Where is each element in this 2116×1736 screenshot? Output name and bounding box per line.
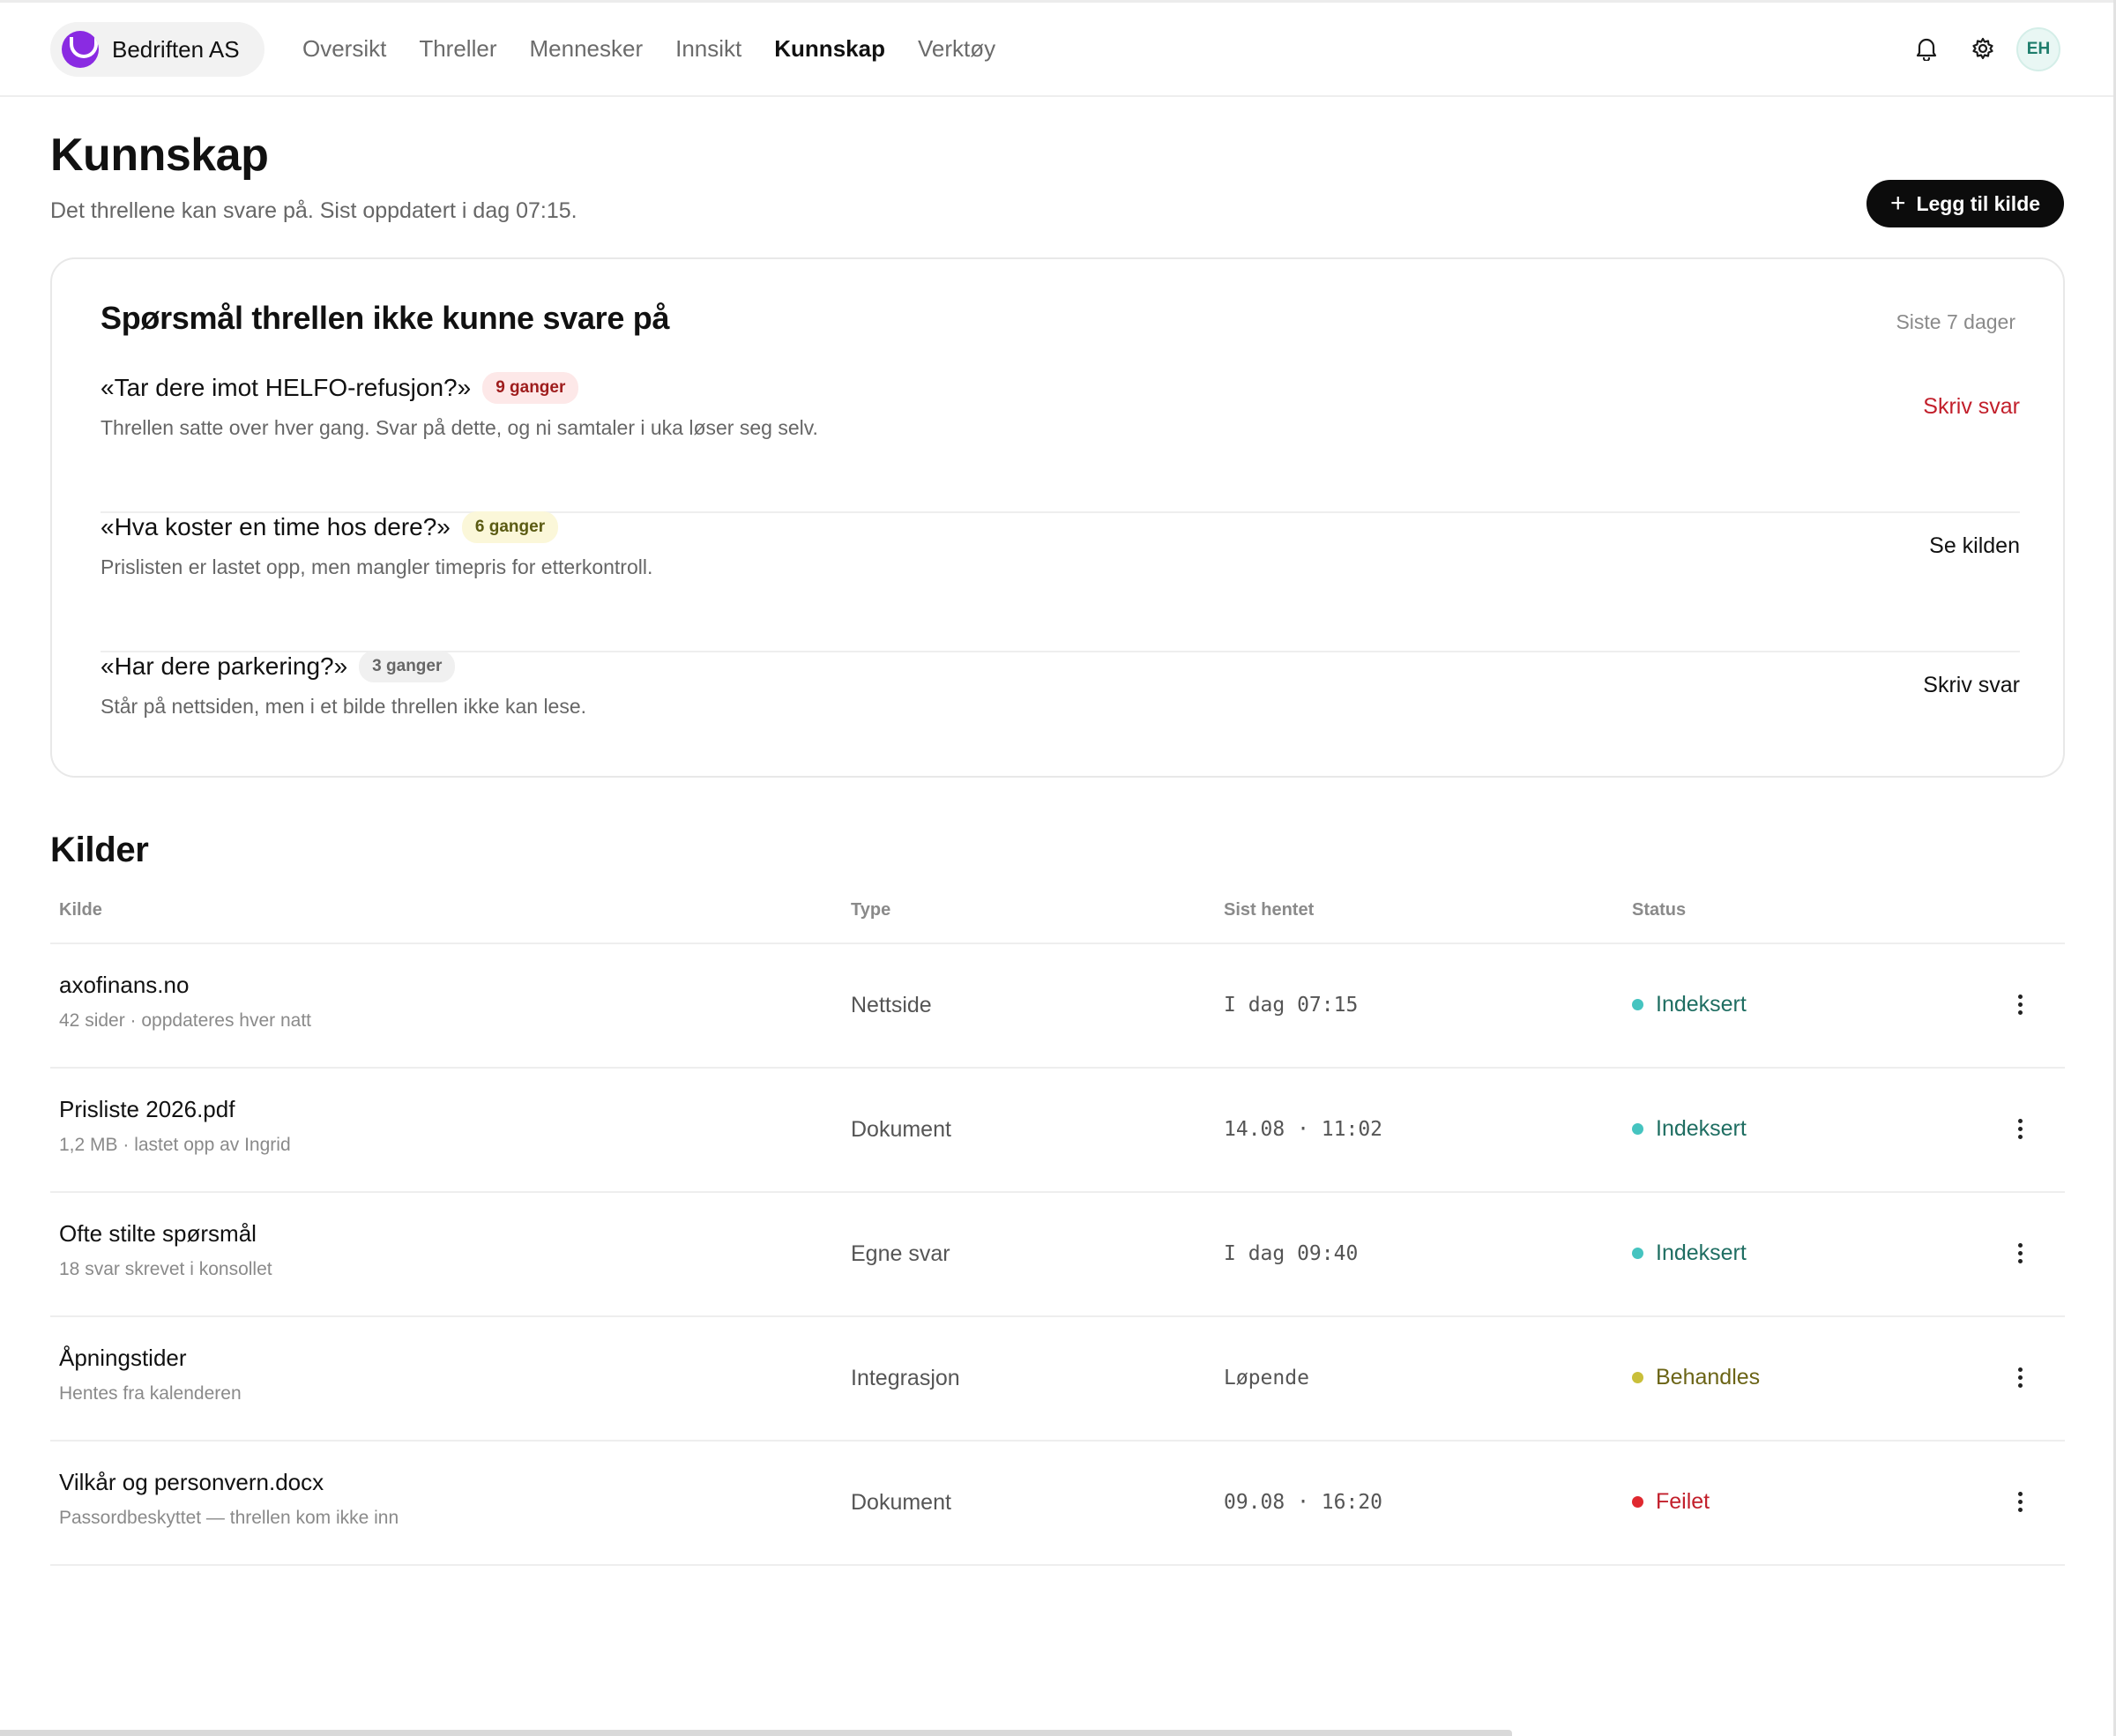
- source-type: Nettside: [851, 993, 932, 1017]
- question-item: «Tar dere imot HELFO-refusjon?» 9 ganger…: [101, 372, 2020, 513]
- question-text: «Har dere parkering?»: [101, 652, 348, 680]
- table-row[interactable]: Ofte stilte spørsmål 18 svar skrevet i k…: [50, 1193, 2065, 1317]
- unanswered-questions-card: Spørsmål threllen ikke kunne svare på Si…: [50, 257, 2065, 778]
- status-badge: Indeksert: [1632, 1116, 1747, 1142]
- question-description: Står på nettsiden, men i et bilde threll…: [101, 695, 587, 718]
- status-dot: [1632, 1496, 1643, 1508]
- workspace-switcher[interactable]: Bedriften AS: [50, 22, 264, 77]
- source-name: Åpningstider: [59, 1345, 187, 1371]
- main-nav: Oversikt Threller Mennesker Innsikt Kunn…: [302, 3, 1028, 95]
- brand-logo-icon: [62, 31, 99, 68]
- nav-item-oversikt[interactable]: Oversikt: [302, 35, 386, 63]
- page-subtitle: Det threllene kan svare på. Sist oppdate…: [50, 198, 577, 223]
- question-item: «Hva koster en time hos dere?» 6 ganger …: [101, 511, 2020, 652]
- table-header: Kilde Type Sist hentet Status: [50, 886, 2065, 944]
- table-row[interactable]: Prisliste 2026.pdf 1,2 MB · lastet opp a…: [50, 1069, 2065, 1193]
- more-options-icon[interactable]: [2009, 988, 2030, 1020]
- status-dot: [1632, 999, 1643, 1010]
- gear-icon[interactable]: [1967, 33, 1999, 64]
- status-badge: Feilet: [1632, 1489, 1710, 1515]
- table-row[interactable]: Vilkår og personvern.docx Passordbeskytt…: [50, 1442, 2065, 1566]
- source-name: Prisliste 2026.pdf: [59, 1096, 235, 1122]
- bell-icon[interactable]: [1911, 33, 1942, 64]
- source-meta: 42 sider · oppdateres hver natt: [59, 1010, 312, 1031]
- add-source-button[interactable]: + Legg til kilde: [1866, 180, 2064, 227]
- source-fetched: 14.08 · 11:02: [1224, 1118, 1383, 1141]
- source-type: Integrasjon: [851, 1366, 960, 1390]
- source-meta: Hentes fra kalenderen: [59, 1383, 242, 1404]
- count-badge: 9 ganger: [482, 372, 579, 404]
- column-header-status: Status: [1632, 900, 1687, 920]
- question-description: Prislisten er lastet opp, men mangler ti…: [101, 555, 653, 578]
- status-label: Indeksert: [1656, 1241, 1747, 1265]
- view-source-link[interactable]: Se kilden: [1929, 533, 2020, 559]
- status-dot: [1632, 1248, 1643, 1259]
- source-type: Dokument: [851, 1117, 951, 1142]
- page-title: Kunnskap: [50, 130, 269, 181]
- nav-item-mennesker[interactable]: Mennesker: [529, 35, 643, 63]
- more-options-icon[interactable]: [2009, 1486, 2030, 1517]
- nav-item-kunnskap[interactable]: Kunnskap: [774, 35, 885, 63]
- question-text: «Tar dere imot HELFO-refusjon?»: [101, 374, 472, 401]
- source-name: Vilkår og personvern.docx: [59, 1469, 324, 1495]
- question-text: «Hva koster en time hos dere?»: [101, 513, 451, 540]
- count-badge: 3 ganger: [359, 651, 456, 682]
- source-meta: 18 svar skrevet i konsollet: [59, 1259, 272, 1279]
- question-item: «Har dere parkering?» 3 ganger Står på n…: [101, 651, 2020, 790]
- source-meta: Passordbeskyttet — threllen kom ikke inn: [59, 1508, 399, 1528]
- status-badge: Indeksert: [1632, 1241, 1747, 1266]
- source-fetched: Løpende: [1224, 1367, 1309, 1390]
- write-answer-link[interactable]: Skriv svar: [1923, 673, 2020, 698]
- source-name: Ofte stilte spørsmål: [59, 1220, 257, 1247]
- column-header-source: Kilde: [59, 900, 102, 920]
- source-type: Dokument: [851, 1490, 951, 1515]
- add-source-label: Legg til kilde: [1916, 191, 2041, 215]
- source-fetched: 09.08 · 16:20: [1224, 1491, 1383, 1514]
- source-type: Egne svar: [851, 1241, 950, 1266]
- brand-name: Bedriften AS: [112, 35, 240, 63]
- status-badge: Behandles: [1632, 1365, 1760, 1390]
- period-label: Siste 7 dager: [1896, 310, 2015, 333]
- status-dot: [1632, 1123, 1643, 1135]
- source-fetched: I dag 07:15: [1224, 994, 1359, 1017]
- write-answer-link[interactable]: Skriv svar: [1923, 394, 2020, 420]
- status-label: Feilet: [1656, 1489, 1710, 1514]
- source-fetched: I dag 09:40: [1224, 1242, 1359, 1265]
- source-meta: 1,2 MB · lastet opp av Ingrid: [59, 1135, 291, 1155]
- plus-icon: +: [1889, 189, 1906, 218]
- status-label: Indeksert: [1656, 1116, 1747, 1141]
- user-avatar[interactable]: EH: [2016, 27, 2060, 71]
- status-dot: [1632, 1372, 1643, 1383]
- status-label: Indeksert: [1656, 992, 1747, 1017]
- table-row[interactable]: Åpningstider Hentes fra kalenderen Integ…: [50, 1317, 2065, 1442]
- horizontal-scrollbar[interactable]: [0, 1730, 1512, 1736]
- more-options-icon[interactable]: [2009, 1237, 2030, 1269]
- more-options-icon[interactable]: [2009, 1113, 2030, 1144]
- card-title: Spørsmål threllen ikke kunne svare på: [101, 300, 670, 336]
- sources-heading: Kilder: [50, 831, 149, 869]
- status-badge: Indeksert: [1632, 992, 1747, 1017]
- column-header-type: Type: [851, 900, 891, 920]
- app-header: Bedriften AS Oversikt Threller Mennesker…: [0, 3, 2113, 97]
- status-label: Behandles: [1656, 1365, 1761, 1390]
- nav-item-innsikt[interactable]: Innsikt: [675, 35, 741, 63]
- table-row[interactable]: axofinans.no 42 sider · oppdateres hver …: [50, 944, 2065, 1069]
- sources-table: Kilde Type Sist hentet Status axofinans.…: [50, 886, 2065, 1566]
- count-badge: 6 ganger: [461, 511, 559, 543]
- question-description: Threllen satte over hver gang. Svar på d…: [101, 416, 818, 439]
- nav-item-verktoy[interactable]: Verktøy: [918, 35, 995, 63]
- nav-item-threller[interactable]: Threller: [419, 35, 496, 63]
- source-name: axofinans.no: [59, 972, 190, 998]
- column-header-fetched: Sist hentet: [1224, 900, 1315, 920]
- more-options-icon[interactable]: [2009, 1361, 2030, 1393]
